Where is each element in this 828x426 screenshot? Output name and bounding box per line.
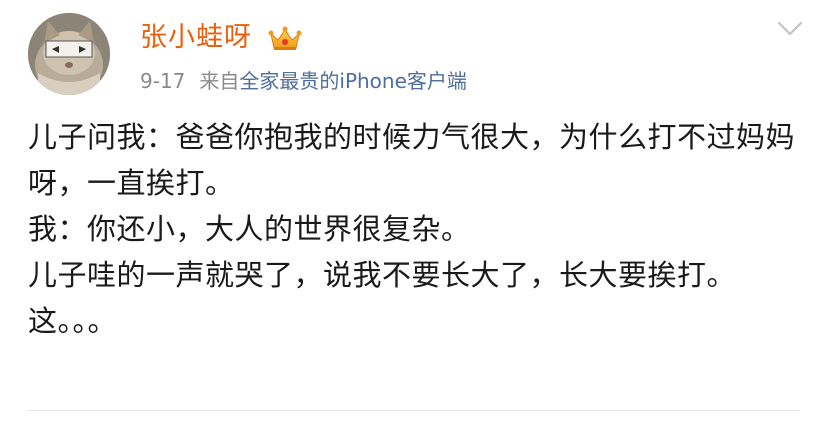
post-date: 9-17 bbox=[140, 69, 186, 93]
content-line: 儿子问我：爸爸你抱我的时候力气很大，为什么打不过妈妈呀，一直挨打。 bbox=[28, 120, 796, 200]
post-meta: 9-17 来自全家最贵的iPhone客户端 bbox=[140, 67, 467, 95]
avatar[interactable] bbox=[28, 13, 110, 95]
cat-avatar-icon bbox=[28, 13, 110, 95]
source-prefix: 来自 bbox=[199, 69, 240, 93]
divider bbox=[28, 410, 800, 411]
chevron-down-icon[interactable] bbox=[775, 17, 805, 39]
content-line: 我：你还小，大人的世界很复杂。 bbox=[28, 212, 471, 246]
content-line: 儿子哇的一声就哭了，说我不要长大了，长大要挨打。 bbox=[28, 258, 737, 292]
source-device-link[interactable]: 全家最贵的iPhone客户端 bbox=[239, 69, 467, 93]
weibo-post: 张小蛙呀 9-17 来自全家最贵的iPhone客户端 儿子问我：爸爸你抱我的时候力… bbox=[0, 0, 828, 426]
crown-icon bbox=[268, 26, 302, 50]
post-content: 儿子问我：爸爸你抱我的时候力气很大，为什么打不过妈妈呀，一直挨打。 我：你还小，… bbox=[28, 114, 798, 344]
content-line: 这。。。 bbox=[28, 304, 118, 338]
username[interactable]: 张小蛙呀 bbox=[140, 20, 252, 56]
